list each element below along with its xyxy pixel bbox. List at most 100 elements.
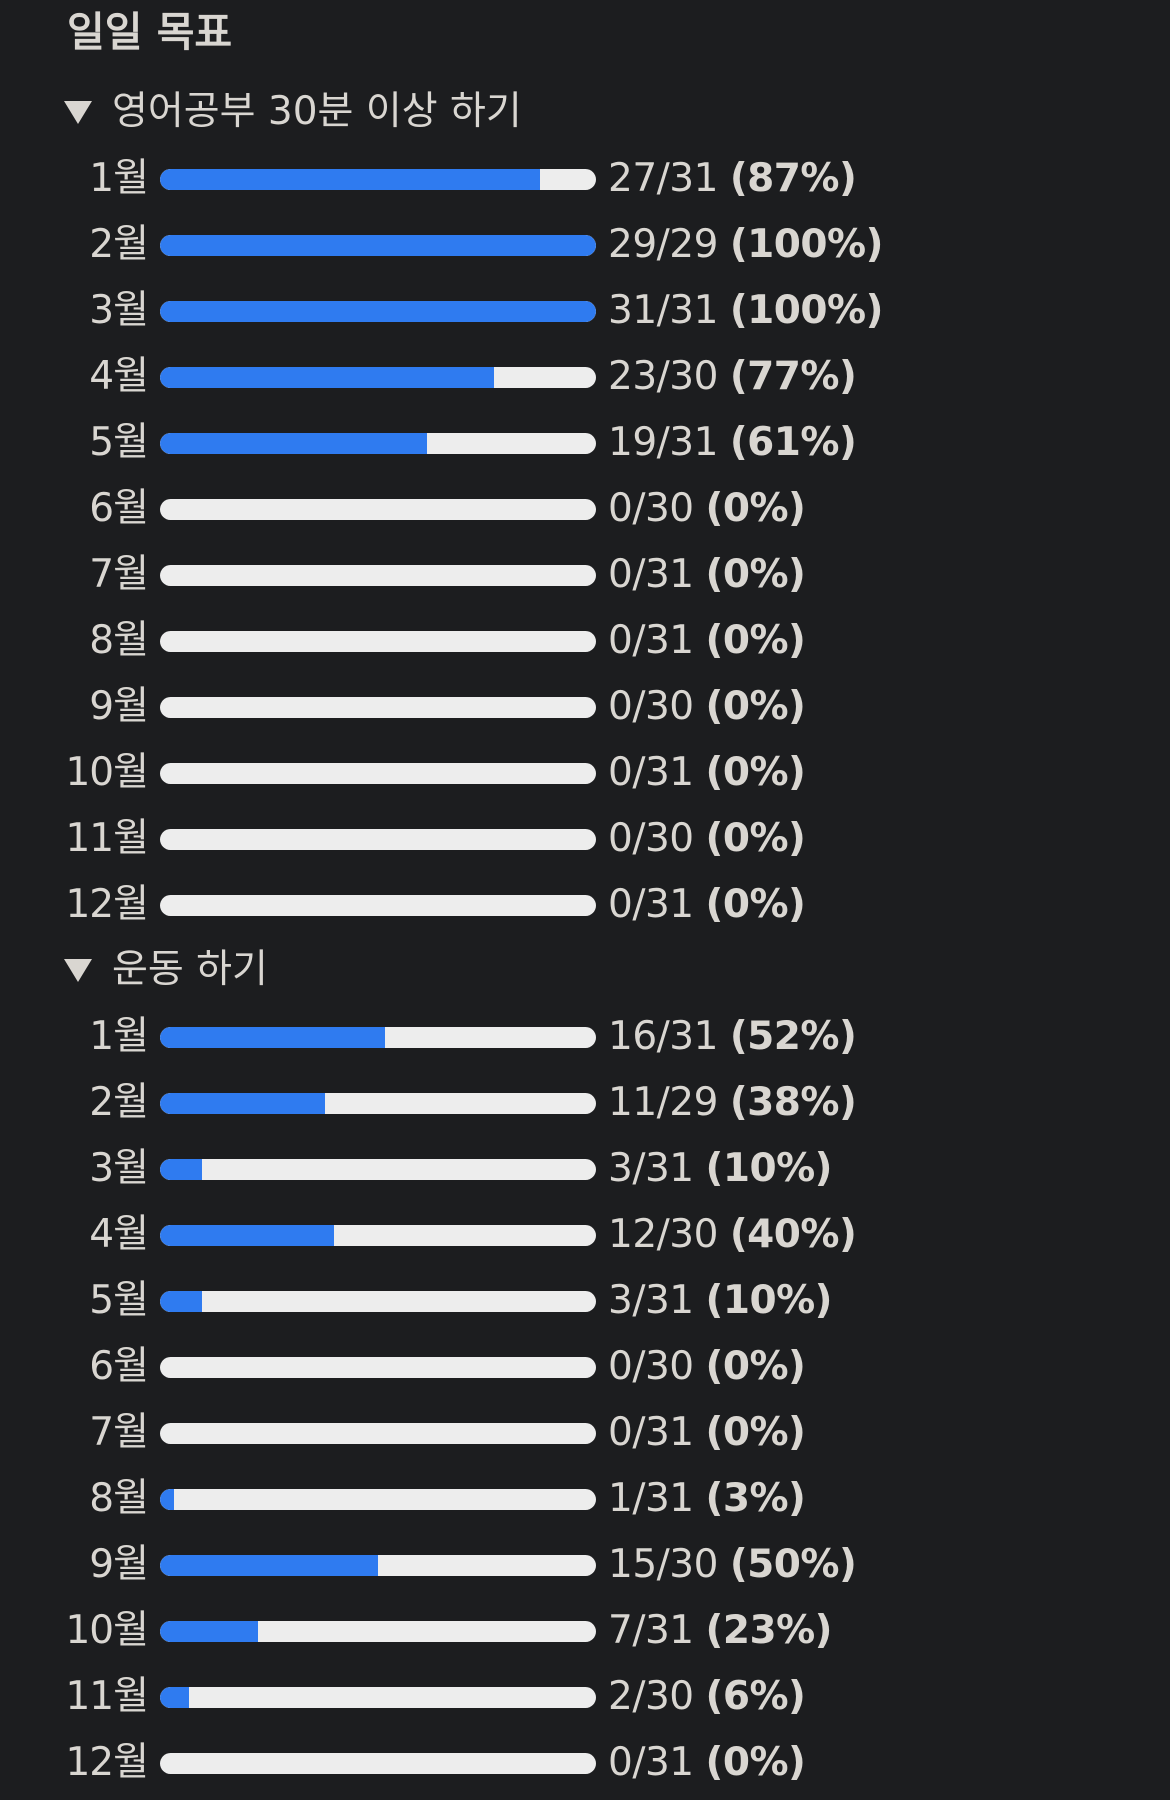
triangle-down-icon [64,958,92,982]
progress-ratio: 11/29 [608,1080,718,1125]
progress-value: 1/31 (3%) [608,1466,806,1532]
month-progress-row: 7월 0/31 (0%) [0,542,1170,608]
progress-fill [160,433,428,454]
progress-ratio: 15/30 [608,1542,718,1587]
month-label: 4월 [89,1212,149,1257]
progress-bar [160,301,596,322]
progress-fill [160,301,596,322]
progress-percent: (50%) [729,1542,857,1587]
progress-bar [160,697,596,718]
progress-percent: (3%) [705,1476,806,1521]
progress-percent: (10%) [705,1278,833,1323]
progress-value: 2/30 (6%) [608,1664,806,1730]
section-title: 운동 하기 [112,947,268,992]
month-progress-row: 12월 0/31 (0%) [0,872,1170,938]
progress-bar [160,1687,596,1708]
section-header-english[interactable]: 영어공부 30분 이상 하기 [64,82,522,142]
progress-percent: (0%) [705,1410,806,1455]
page-title: 일일 목표 [67,8,233,56]
progress-bar [160,1423,596,1444]
progress-bar [160,1027,596,1048]
progress-value: 12/30 (40%) [608,1202,857,1268]
progress-value: 29/29 (100%) [608,212,883,278]
progress-value: 27/31 (87%) [608,146,857,212]
progress-percent: (87%) [729,156,857,201]
month-progress-row: 8월 1/31 (3%) [0,1466,1170,1532]
month-label: 10월 [65,750,149,795]
progress-fill [160,1159,203,1180]
month-label: 5월 [89,1278,149,1323]
progress-percent: (100%) [729,288,884,333]
month-label: 3월 [89,1146,149,1191]
month-progress-row: 5월 19/31 (61%) [0,410,1170,476]
progress-value: 23/30 (77%) [608,344,857,410]
month-progress-row: 12월 0/31 (0%) [0,1730,1170,1796]
progress-bar [160,1291,596,1312]
progress-value: 0/31 (0%) [608,740,806,806]
month-progress-row: 9월 15/30 (50%) [0,1532,1170,1598]
progress-fill [160,1093,326,1114]
progress-percent: (100%) [729,222,884,267]
month-progress-row: 10월 0/31 (0%) [0,740,1170,806]
progress-fill [160,1687,190,1708]
progress-ratio: 0/31 [608,750,694,795]
progress-bar [160,1357,596,1378]
progress-percent: (23%) [705,1608,833,1653]
progress-ratio: 12/30 [608,1212,718,1257]
triangle-down-icon [64,100,92,124]
progress-bar [160,763,596,784]
progress-percent: (40%) [729,1212,857,1257]
month-label: 7월 [89,1410,149,1455]
month-label: 6월 [89,486,149,531]
month-progress-row: 5월 3/31 (10%) [0,1268,1170,1334]
progress-ratio: 1/31 [608,1476,694,1521]
section-header-exercise[interactable]: 운동 하기 [64,940,268,1000]
month-label: 10월 [65,1608,149,1653]
month-progress-row: 7월 0/31 (0%) [0,1400,1170,1466]
progress-percent: (77%) [729,354,857,399]
month-label: 9월 [89,1542,149,1587]
progress-fill [160,1225,335,1246]
month-progress-row: 4월 23/30 (77%) [0,344,1170,410]
progress-percent: (0%) [705,750,806,795]
progress-value: 0/31 (0%) [608,608,806,674]
progress-bar [160,1093,596,1114]
month-progress-row: 11월 2/30 (6%) [0,1664,1170,1730]
progress-ratio: 0/31 [608,552,694,597]
progress-bar [160,1621,596,1642]
progress-bar [160,829,596,850]
month-label: 11월 [65,1674,149,1719]
progress-value: 0/30 (0%) [608,674,806,740]
progress-fill [160,367,495,388]
progress-ratio: 23/30 [608,354,718,399]
progress-fill [160,1621,259,1642]
progress-value: 0/30 (0%) [608,476,806,542]
month-progress-row: 6월 0/30 (0%) [0,476,1170,542]
progress-percent: (10%) [705,1146,833,1191]
progress-bar [160,367,596,388]
progress-ratio: 27/31 [608,156,718,201]
month-label: 9월 [89,684,149,729]
month-label: 8월 [89,618,149,663]
progress-bar [160,565,596,586]
progress-value: 15/30 (50%) [608,1532,857,1598]
progress-fill [160,169,540,190]
progress-ratio: 19/31 [608,420,718,465]
month-progress-row: 6월 0/30 (0%) [0,1334,1170,1400]
progress-value: 0/31 (0%) [608,872,806,938]
progress-value: 0/31 (0%) [608,1730,806,1796]
progress-percent: (0%) [705,684,806,729]
progress-ratio: 0/30 [608,816,694,861]
month-progress-row: 1월 27/31 (87%) [0,146,1170,212]
progress-value: 31/31 (100%) [608,278,883,344]
progress-ratio: 0/30 [608,486,694,531]
progress-value: 0/31 (0%) [608,542,806,608]
progress-ratio: 7/31 [608,1608,694,1653]
progress-value: 7/31 (23%) [608,1598,832,1664]
progress-value: 16/31 (52%) [608,1004,857,1070]
progress-ratio: 0/31 [608,1410,694,1455]
month-progress-row: 11월 0/30 (0%) [0,806,1170,872]
progress-bar [160,169,596,190]
progress-value: 0/31 (0%) [608,1400,806,1466]
month-label: 6월 [89,1344,149,1389]
